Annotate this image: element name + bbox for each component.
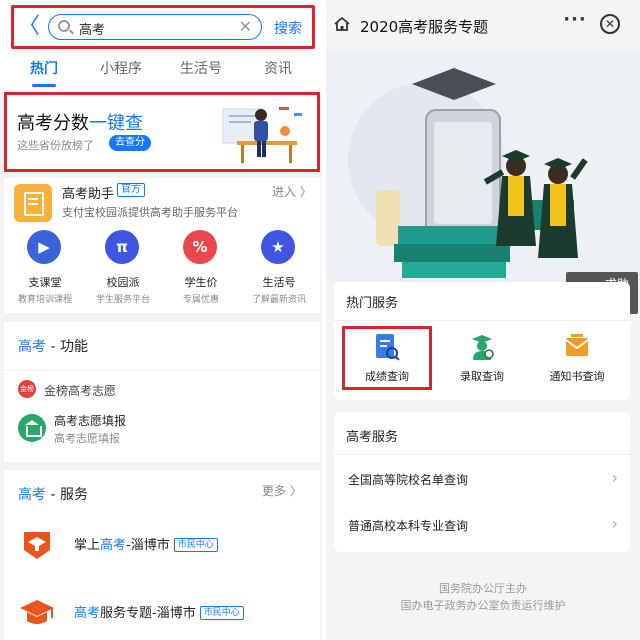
play-book-icon: ▶ [27,230,61,264]
admission-query-label: 录取查询 [460,370,504,383]
tab-indicator [32,84,56,87]
function-section: 高考 - 功能 金榜 金榜高考志愿 高考志愿填报 高考志愿填报 [4,322,320,462]
teacher-illustration [222,107,302,163]
app-name: 生活号 [262,276,296,289]
back-icon[interactable]: 〈 [18,16,40,38]
undergrad-major-query-row[interactable]: 普通高校本科专业查询 › [334,502,630,548]
clear-icon[interactable]: ✕ [239,17,252,36]
more-options-icon[interactable]: ··· [562,11,588,33]
university-list-query-row[interactable]: 全国高等院校名单查询 › [334,456,630,502]
notice-query-button[interactable]: 通知书查询 [532,326,622,390]
admission-query-icon [472,335,494,360]
app-life-account[interactable]: ★ 生活号 了解最新资讯 [240,230,318,310]
divider [4,370,320,371]
jinbang-label: 金榜高考志愿 [44,384,117,398]
search-query: 高考 [79,23,106,38]
score-query-icon [376,334,400,361]
graduation-cap-icon [24,532,50,559]
citizen-center-tag: 市民中心 [199,606,244,620]
notice-query-icon [565,334,589,356]
chevron-right-icon: › [611,514,618,533]
gaokao-services-card: 高考服务 全国高等院校名单查询 › 普通高校本科专业查询 › [334,412,630,552]
admission-query-button[interactable]: 录取查询 [437,326,527,390]
service-section: 高考 - 服务 更多 〉 掌上高考-淄博市 市民中心 高考服务专题-淄博市 市民中心 [4,470,320,640]
search-button[interactable]: 搜索 [274,18,302,38]
volunteer-fill-title: 高考志愿填报 [54,414,127,428]
divider [334,454,630,455]
app-desc: 了解最新资讯 [251,295,306,305]
app-desc: 专属优惠 [182,295,219,305]
app-name: 校园派 [106,276,140,289]
check-score-button[interactable]: 去查分 [109,135,151,151]
topic-header: 2020高考服务专题 ··· ✕ [326,0,640,50]
search-input[interactable]: 高考 ✕ [48,14,262,40]
tab-life-account[interactable]: 生活号 [180,58,222,78]
app-name: 支课堂 [28,276,62,289]
service-item-zhangshang[interactable]: 掌上高考-淄博市 市民中心 [18,520,318,570]
assistant-description: 支付宝校园派提供高考助手服务平台 [62,206,238,219]
service-section-title: 高考 - 服务 [18,487,88,503]
hot-services-card: 热门服务 成绩查询 录取查询 通知书查询 [334,282,630,400]
result-tabs: 热门 小程序 生活号 资讯 [0,54,322,92]
hot-services-title: 热门服务 [346,296,399,311]
gaokao-services-title: 高考服务 [346,430,399,445]
service-name: 高考服务专题-淄博市 市民中心 [74,602,244,621]
service-name: 掌上高考-淄博市 市民中心 [74,534,218,553]
mortarboard-icon [20,600,54,624]
page-title: 2020高考服务专题 [360,18,489,36]
app-desc: 教育培训课程 [17,295,72,305]
footer-host: 国务院办公厅主办 [439,582,527,595]
citizen-center-tag: 市民中心 [173,538,218,552]
more-link[interactable]: 更多 〉 [262,482,302,499]
search-header: 〈 高考 ✕ 搜索 热门 小程序 生活号 资讯 [0,0,322,95]
footer-operator: 国办电子政务办公室负责运行维护 [400,599,566,612]
footer: 国务院办公厅主办 国办电子政务办公室负责运行维护 [326,580,640,614]
function-section-title: 高考 - 功能 [18,339,88,355]
volunteer-fill-subtitle: 高考志愿填报 [54,432,120,445]
home-icon[interactable] [334,16,350,32]
left-screen: 〈 高考 ✕ 搜索 热门 小程序 生活号 资讯 高考分数一键查 这些省份放榜了 … [0,0,322,640]
pi-icon: π [105,230,139,264]
assistant-title[interactable]: 高考助手 [62,183,114,202]
score-query-label: 成绩查询 [365,370,409,383]
enter-link[interactable]: 进入 〉 [272,183,312,200]
graduation-hero-illustration [326,50,640,282]
jinbang-logo-icon: 金榜 [18,380,36,398]
search-bar-highlight: 〈 高考 ✕ 搜索 [11,5,315,49]
app-xiaoyuanpai[interactable]: π 校园派 学生服务平台 [84,230,162,310]
score-query-button[interactable]: 成绩查询 [342,326,432,390]
tab-mini-program[interactable]: 小程序 [100,58,142,78]
tab-news[interactable]: 资讯 [264,58,292,78]
institution-icon [18,414,46,442]
search-icon [58,20,70,32]
app-student-price[interactable]: % 学生价 专属优惠 [162,230,240,310]
divider [334,320,630,321]
chevron-right-icon: › [611,468,618,487]
app-zhiketang[interactable]: ▶ 支课堂 教育培训课程 [6,230,84,310]
row-label: 全国高等院校名单查询 [348,473,469,487]
score-banner[interactable]: 高考分数一键查 这些省份放榜了 去查分 [4,92,320,172]
banner-subtitle: 这些省份放榜了 [17,139,94,152]
app-desc: 学生服务平台 [95,295,150,305]
assistant-icon[interactable] [14,184,52,222]
right-screen: 2020高考服务专题 ··· ✕ 求助 反馈 [326,0,640,640]
service-item-topic[interactable]: 高考服务专题-淄博市 市民中心 [18,588,318,638]
notice-query-label: 通知书查询 [549,370,605,383]
percent-icon: % [183,230,217,264]
row-label: 普通高校本科专业查询 [348,519,469,533]
app-name: 学生价 [184,276,218,289]
tab-hot[interactable]: 热门 [30,58,58,78]
banner-title: 高考分数一键查 [17,113,143,134]
star-badge-icon: ★ [261,230,295,264]
official-badge: 官方 [117,183,145,197]
close-icon[interactable]: ✕ [600,14,620,34]
gaokao-assistant-card: 高考助手 官方 进入 〉 支付宝校园派提供高考助手服务平台 ▶ 支课堂 教育培训… [4,178,320,313]
